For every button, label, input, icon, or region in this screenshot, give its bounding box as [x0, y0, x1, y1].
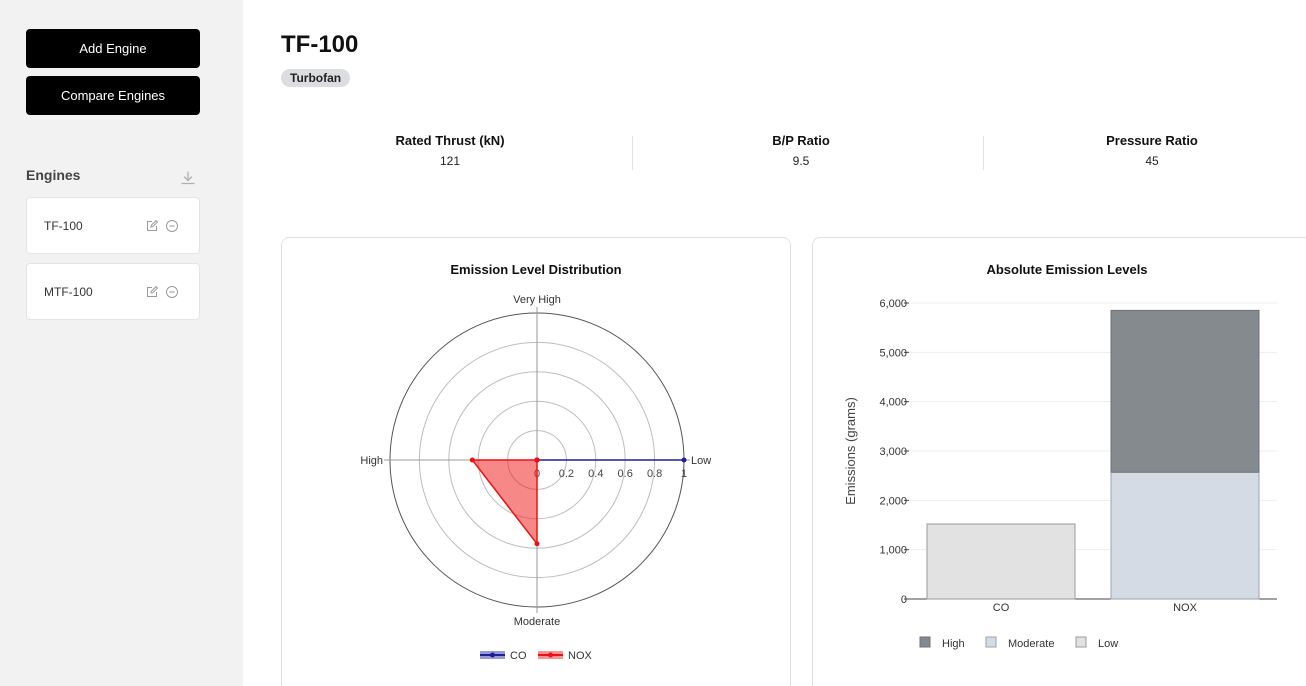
engine-type-badge: Turbofan: [281, 69, 351, 87]
radar-point-nox: [469, 457, 475, 463]
engine-name: MTF-100: [44, 284, 93, 299]
bar-y-tick-label: 2,000: [879, 495, 907, 507]
radar-axis-label: Moderate: [514, 616, 560, 628]
radar-tick-label: 0.6: [618, 468, 633, 480]
bar-y-tick-label: 5,000: [879, 347, 907, 359]
stat-rated-thrust: Rated Thrust (kN) 121: [325, 133, 575, 168]
stat-value: 45: [1145, 154, 1159, 168]
engine-card-tf-100[interactable]: TF-100: [26, 197, 200, 254]
radar-point-nox: [534, 457, 540, 463]
stat-divider: [632, 136, 633, 170]
compare-engines-button[interactable]: Compare Engines: [26, 76, 200, 115]
add-engine-button[interactable]: Add Engine: [26, 29, 200, 68]
radar-axis-label: Low: [691, 455, 711, 467]
legend-swatch: [985, 636, 997, 648]
legend-label: NOX: [568, 650, 593, 662]
stat-value: 121: [439, 154, 461, 168]
engines-section-title: Engines: [26, 167, 81, 183]
legend-label: CO: [510, 650, 527, 662]
bar-y-tick-label: 4,000: [879, 397, 907, 409]
stat-bp-ratio: B/P Ratio 9.5: [676, 133, 926, 168]
absolute-emission-panel: Absolute Emission Levels 0 1,000 2,000 3,00…: [812, 237, 1306, 686]
legend-label: Low: [1098, 638, 1118, 650]
edit-icon[interactable]: [145, 219, 159, 233]
legend-label: High: [942, 638, 965, 650]
stat-label: Pressure Ratio: [1106, 133, 1198, 148]
legend-label: Moderate: [1008, 638, 1054, 650]
radar-tick-label: 0.2: [559, 468, 574, 480]
download-icon[interactable]: [180, 170, 196, 186]
engines-header: Engines: [26, 164, 200, 186]
legend-item-nox: NOX: [538, 650, 593, 662]
edit-icon[interactable]: [145, 285, 159, 299]
legend-item-low: Low: [1075, 636, 1118, 650]
bar-nox-moderate: [1110, 471, 1260, 600]
radar-tick-label: 1: [681, 468, 687, 480]
bar-y-tick-label: 0: [901, 594, 907, 606]
bar-nox-high: [1110, 309, 1260, 473]
legend-item-moderate: Moderate: [985, 636, 1054, 650]
page-title: TF-100: [281, 31, 359, 58]
stat-label: B/P Ratio: [772, 133, 830, 148]
sidebar: Add Engine Compare Engines Engines TF-10…: [0, 0, 243, 686]
remove-icon[interactable]: [165, 285, 179, 299]
bar-y-axis-label: Emissions (grams): [843, 397, 858, 505]
legend-item-high: High: [919, 636, 965, 650]
stat-value: 9.5: [792, 154, 810, 168]
legend-item-co: CO: [480, 650, 527, 662]
engine-detail: TF-100 Turbofan Rated Thrust (kN) 121 B/…: [243, 0, 1306, 686]
bar-co-low: [926, 523, 1076, 600]
legend-swatch: [1075, 636, 1087, 648]
bar-y-tick-label: 3,000: [879, 446, 907, 458]
bar-y-tick-label: 6,000: [879, 298, 907, 310]
radar-point-nox: [534, 541, 540, 547]
radar-axis-label: High: [360, 455, 383, 467]
bar-y-tick-label: 1,000: [879, 545, 907, 557]
bar-x-tick-label: CO: [993, 602, 1010, 614]
stat-label: Rated Thrust (kN): [395, 133, 505, 148]
radar-tick-label: 0.4: [588, 468, 603, 480]
engine-name: TF-100: [44, 218, 83, 233]
radar-series-nox: [470, 459, 538, 546]
emission-distribution-panel: Emission Level Distribution Very High Low…: [281, 237, 791, 686]
legend-marker: [548, 652, 553, 658]
radar-tick-label: 0.8: [647, 468, 662, 480]
legend-marker: [490, 652, 495, 658]
radar-axis-label: Very High: [513, 294, 561, 306]
legend-swatch: [919, 636, 931, 648]
remove-icon[interactable]: [165, 219, 179, 233]
bar-chart: 0 1,000 2,000 3,000 4,000 5,000 6,000 Emissions…: [843, 298, 1277, 650]
stat-pressure-ratio: Pressure Ratio 45: [1027, 133, 1277, 168]
engine-card-mtf-100[interactable]: MTF-100: [26, 263, 200, 320]
stat-divider: [983, 136, 984, 170]
bar-x-tick-label: NOX: [1173, 602, 1198, 614]
radar-chart: Very HighLowModerateHigh00.20.40.60.81CO…: [360, 294, 711, 662]
radar-point-co: [681, 457, 687, 463]
